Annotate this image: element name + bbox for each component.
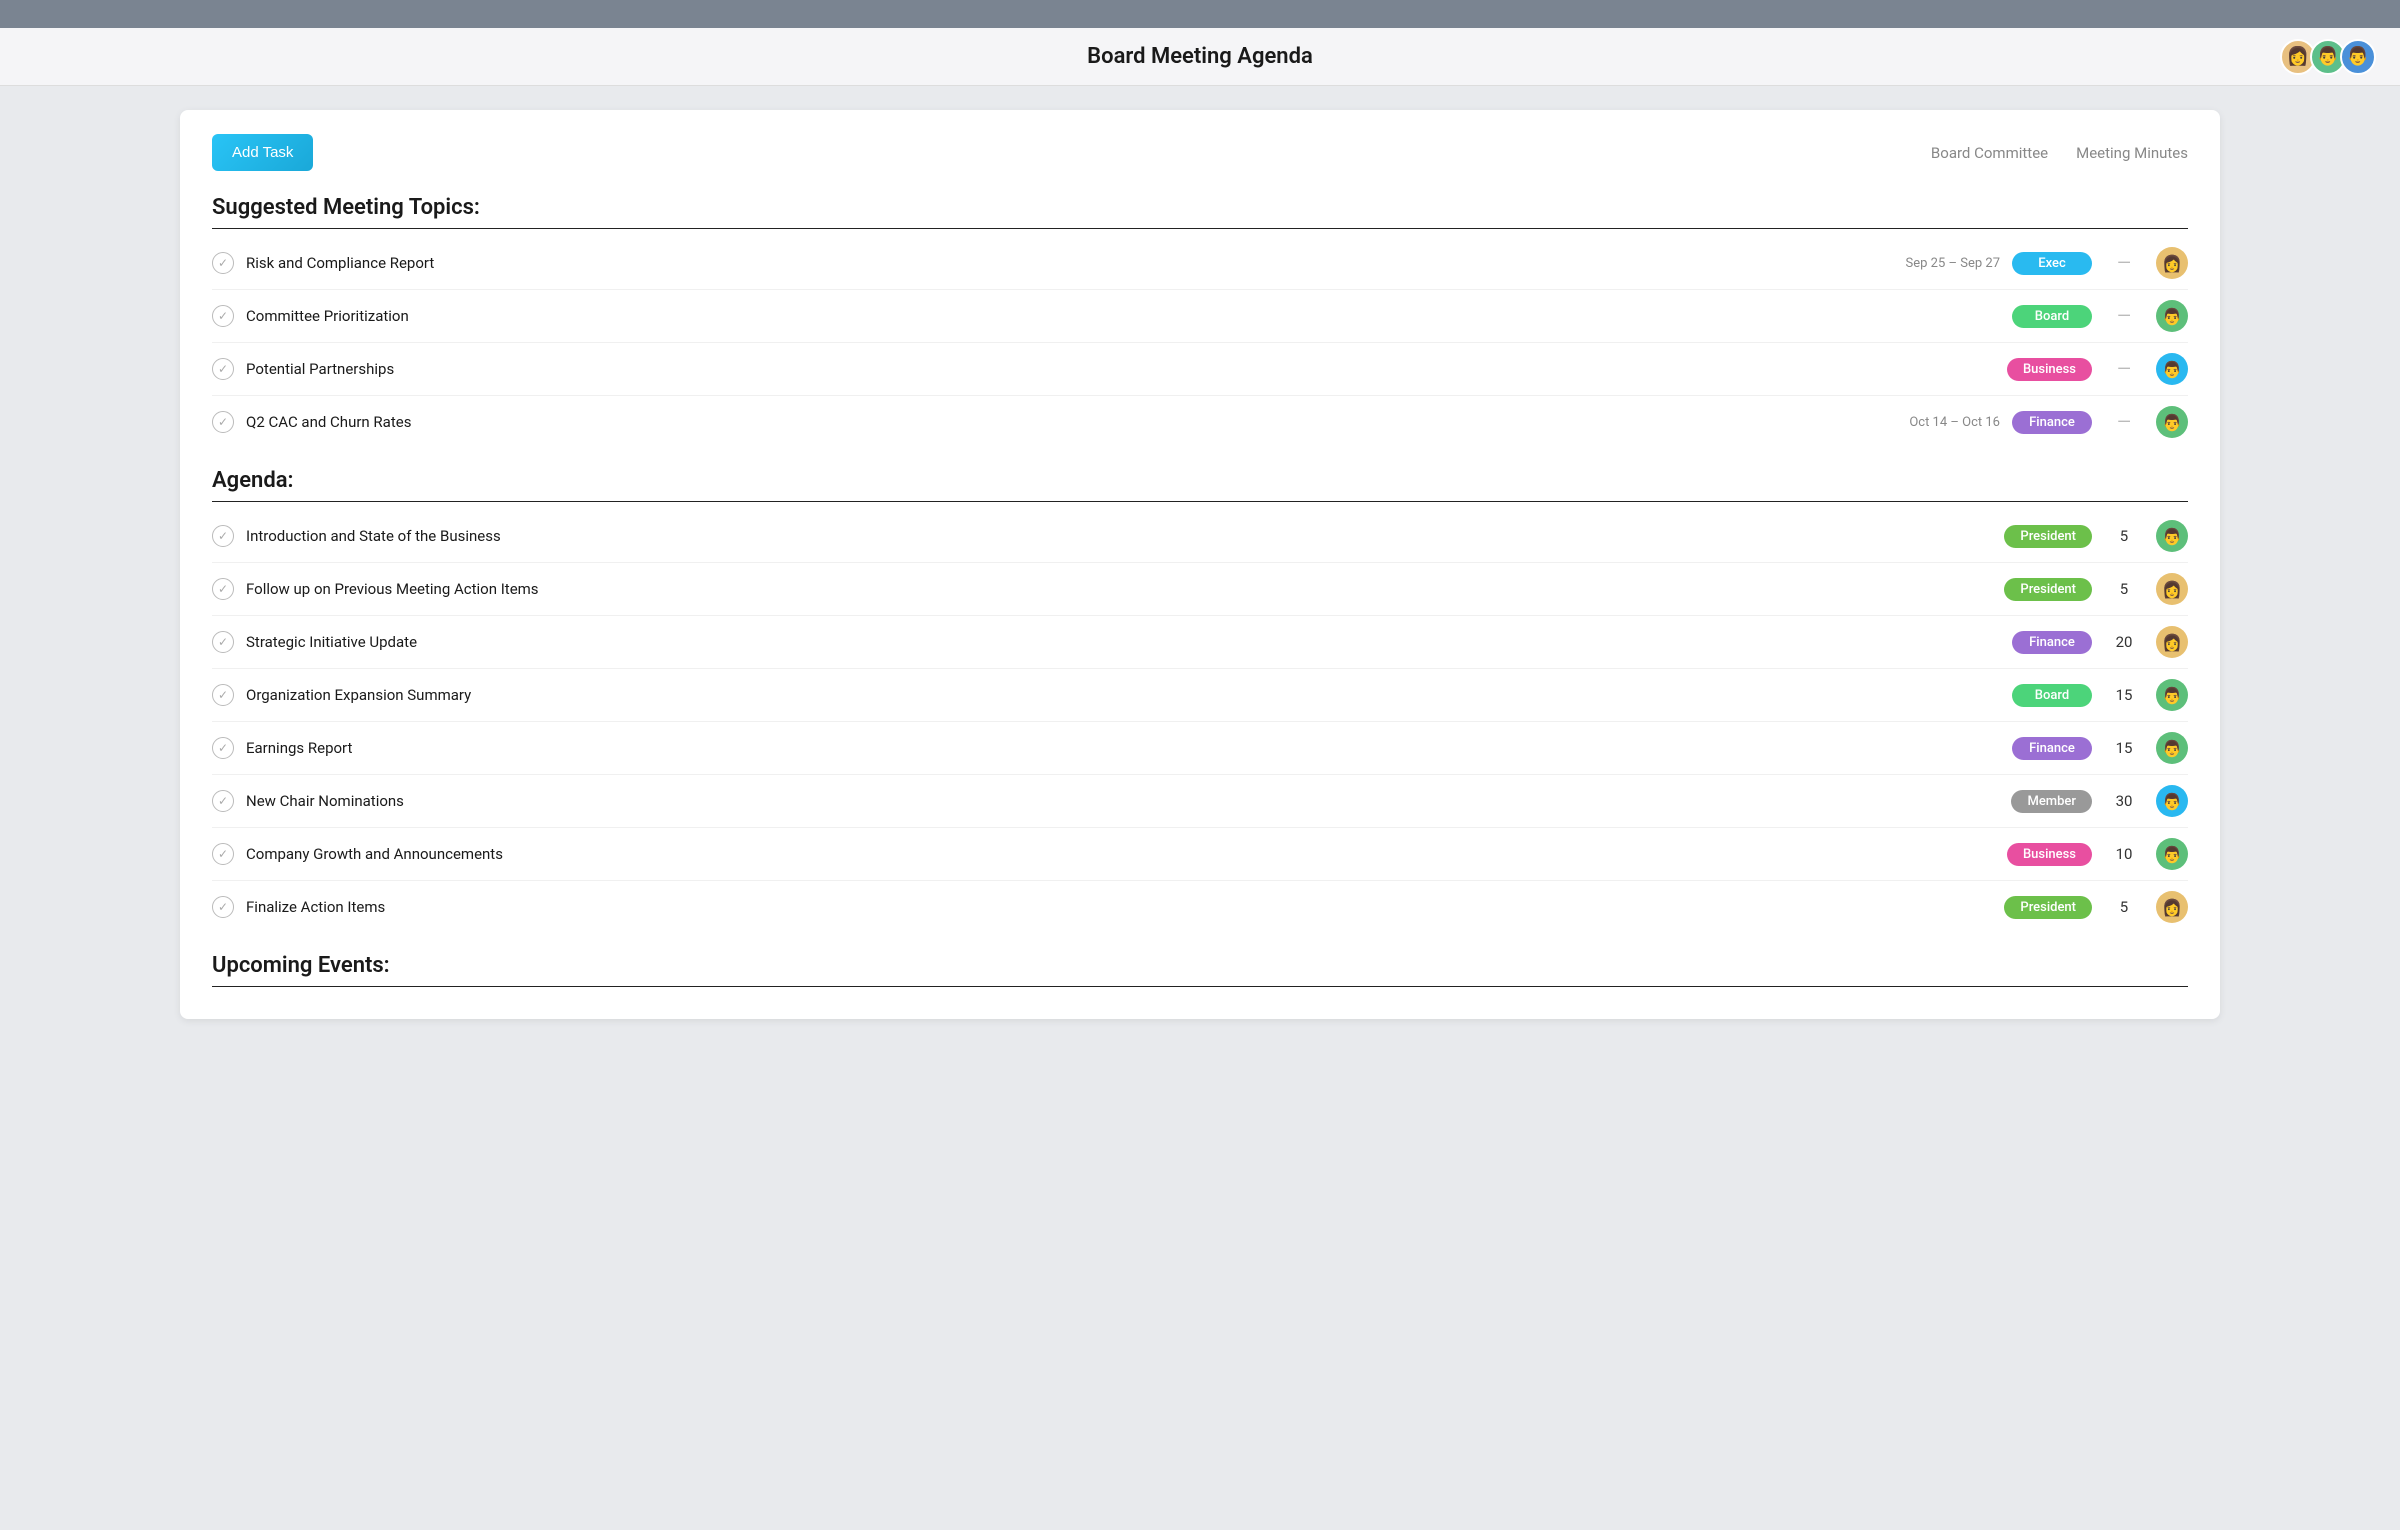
check-icon[interactable]: ✓ xyxy=(212,896,234,918)
task-row: ✓ New Chair Nominations Member 30 👨 xyxy=(212,775,2188,828)
user-avatars: 👩 👨 👨 xyxy=(2280,39,2376,75)
task-avatar[interactable]: 👩 xyxy=(2156,247,2188,279)
task-minutes: 5 xyxy=(2104,527,2144,545)
top-bar xyxy=(0,0,2400,28)
task-tag: Board xyxy=(2012,684,2092,707)
section-title-agenda: Agenda: xyxy=(212,468,2188,493)
task-label: Q2 CAC and Churn Rates xyxy=(246,413,1848,431)
board-committee-link[interactable]: Board Committee xyxy=(1931,144,2048,162)
task-avatar[interactable]: 👨 xyxy=(2156,520,2188,552)
check-icon[interactable]: ✓ xyxy=(212,843,234,865)
task-avatar[interactable]: 👩 xyxy=(2156,573,2188,605)
check-icon[interactable]: ✓ xyxy=(212,684,234,706)
task-minutes: 15 xyxy=(2104,686,2144,704)
check-icon[interactable]: ✓ xyxy=(212,790,234,812)
task-dash: — xyxy=(2104,253,2144,274)
section-divider-suggested xyxy=(212,228,2188,229)
task-minutes: 10 xyxy=(2104,845,2144,863)
task-minutes: 5 xyxy=(2104,580,2144,598)
task-tag: Business xyxy=(2007,843,2092,866)
section-divider-upcoming xyxy=(212,986,2188,987)
section-upcoming: Upcoming Events: xyxy=(212,953,2188,987)
task-minutes: 30 xyxy=(2104,792,2144,810)
task-minutes: 20 xyxy=(2104,633,2144,651)
section-title-suggested: Suggested Meeting Topics: xyxy=(212,195,2188,220)
avatar-3[interactable]: 👨 xyxy=(2340,39,2376,75)
check-icon[interactable]: ✓ xyxy=(212,252,234,274)
task-avatar[interactable]: 👨 xyxy=(2156,406,2188,438)
check-icon[interactable]: ✓ xyxy=(212,305,234,327)
task-row: ✓ Q2 CAC and Churn Rates Oct 14 – Oct 16 Fi… xyxy=(212,396,2188,448)
task-label: Finalize Action Items xyxy=(246,898,1992,916)
main-card: Add Task Board Committee Meeting Minutes… xyxy=(180,110,2220,1019)
section-agenda: Agenda: ✓ Introduction and State of the Bu… xyxy=(212,468,2188,933)
task-label: Introduction and State of the Business xyxy=(246,527,1992,545)
task-minutes: 5 xyxy=(2104,898,2144,916)
check-icon[interactable]: ✓ xyxy=(212,631,234,653)
task-tag: President xyxy=(2004,896,2092,919)
task-label: Follow up on Previous Meeting Action Ite… xyxy=(246,580,1992,598)
task-label: Strategic Initiative Update xyxy=(246,633,2000,651)
task-label: Risk and Compliance Report xyxy=(246,254,1848,272)
task-label: Company Growth and Announcements xyxy=(246,845,1995,863)
page-background: Add Task Board Committee Meeting Minutes… xyxy=(0,86,2400,1524)
section-divider-agenda xyxy=(212,501,2188,502)
task-label: Committee Prioritization xyxy=(246,307,2000,325)
task-date: Oct 14 – Oct 16 xyxy=(1860,415,2000,430)
sections-container: Suggested Meeting Topics: ✓ Risk and Compl… xyxy=(212,195,2188,987)
task-tag: Exec xyxy=(2012,252,2092,275)
check-icon[interactable]: ✓ xyxy=(212,411,234,433)
task-row: ✓ Finalize Action Items President 5 👩 xyxy=(212,881,2188,933)
task-avatar[interactable]: 👨 xyxy=(2156,838,2188,870)
toolbar-links: Board Committee Meeting Minutes xyxy=(1931,144,2188,162)
section-title-upcoming: Upcoming Events: xyxy=(212,953,2188,978)
task-dash: — xyxy=(2104,359,2144,380)
task-date: Sep 25 – Sep 27 xyxy=(1860,256,2000,271)
check-icon[interactable]: ✓ xyxy=(212,358,234,380)
task-row: ✓ Risk and Compliance Report Sep 25 – Sep … xyxy=(212,237,2188,290)
task-minutes: 15 xyxy=(2104,739,2144,757)
task-avatar[interactable]: 👨 xyxy=(2156,732,2188,764)
task-row: ✓ Company Growth and Announcements Busines… xyxy=(212,828,2188,881)
task-dash: — xyxy=(2104,412,2144,433)
toolbar: Add Task Board Committee Meeting Minutes xyxy=(212,134,2188,171)
task-tag: Business xyxy=(2007,358,2092,381)
task-label: Potential Partnerships xyxy=(246,360,1995,378)
task-avatar[interactable]: 👩 xyxy=(2156,626,2188,658)
page-title: Board Meeting Agenda xyxy=(1087,44,1313,69)
task-row: ✓ Organization Expansion Summary Board 15 👨 xyxy=(212,669,2188,722)
task-row: ✓ Introduction and State of the Business P… xyxy=(212,510,2188,563)
check-icon[interactable]: ✓ xyxy=(212,737,234,759)
task-row: ✓ Strategic Initiative Update Finance 20 👩 xyxy=(212,616,2188,669)
task-row: ✓ Committee Prioritization Board — 👨 xyxy=(212,290,2188,343)
task-label: New Chair Nominations xyxy=(246,792,1999,810)
task-tag: President xyxy=(2004,525,2092,548)
task-tag: Board xyxy=(2012,305,2092,328)
task-row: ✓ Earnings Report Finance 15 👨 xyxy=(212,722,2188,775)
task-label: Organization Expansion Summary xyxy=(246,686,2000,704)
section-suggested: Suggested Meeting Topics: ✓ Risk and Compl… xyxy=(212,195,2188,448)
task-avatar[interactable]: 👩 xyxy=(2156,891,2188,923)
task-avatar[interactable]: 👨 xyxy=(2156,679,2188,711)
task-tag: Finance xyxy=(2012,631,2092,654)
task-dash: — xyxy=(2104,306,2144,327)
task-label: Earnings Report xyxy=(246,739,2000,757)
task-tag: Member xyxy=(2011,790,2092,813)
task-tag: Finance xyxy=(2012,411,2092,434)
check-icon[interactable]: ✓ xyxy=(212,578,234,600)
task-avatar[interactable]: 👨 xyxy=(2156,300,2188,332)
check-icon[interactable]: ✓ xyxy=(212,525,234,547)
header: Board Meeting Agenda 👩 👨 👨 xyxy=(0,28,2400,86)
meeting-minutes-link[interactable]: Meeting Minutes xyxy=(2076,144,2188,162)
task-avatar[interactable]: 👨 xyxy=(2156,353,2188,385)
task-row: ✓ Follow up on Previous Meeting Action It… xyxy=(212,563,2188,616)
task-tag: Finance xyxy=(2012,737,2092,760)
task-avatar[interactable]: 👨 xyxy=(2156,785,2188,817)
add-task-button[interactable]: Add Task xyxy=(212,134,313,171)
task-row: ✓ Potential Partnerships Business — 👨 xyxy=(212,343,2188,396)
task-tag: President xyxy=(2004,578,2092,601)
